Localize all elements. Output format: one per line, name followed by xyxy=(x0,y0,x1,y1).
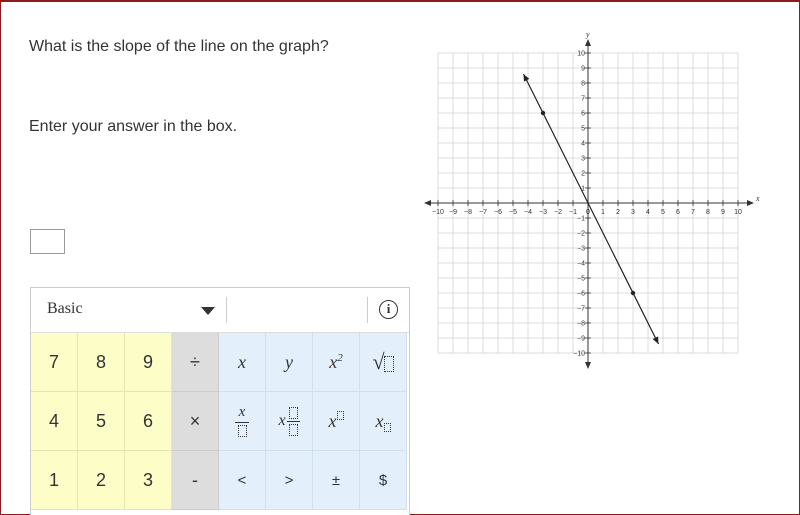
mixed-number-icon: x xyxy=(278,406,300,436)
y-tick-label: −5 xyxy=(577,276,585,283)
instruction-text: Enter your answer in the box. xyxy=(29,118,238,135)
key-mixed-number[interactable]: x xyxy=(266,392,313,451)
y-tick-label: 10 xyxy=(577,51,585,58)
fraction-icon: x xyxy=(235,405,249,437)
key-multiply[interactable]: × xyxy=(172,392,219,451)
x-squared-icon: x2 xyxy=(329,351,343,372)
y-tick-label: 6 xyxy=(581,111,585,118)
y-tick-label: 7 xyxy=(581,96,585,103)
line-point xyxy=(630,290,636,296)
square-root-icon: √ xyxy=(372,349,394,375)
y-axis-arrow-down xyxy=(585,362,591,369)
y-tick-label: −8 xyxy=(577,321,585,328)
answer-input[interactable] xyxy=(30,229,65,254)
x-tick-label: −7 xyxy=(479,209,487,216)
y-tick-label: 5 xyxy=(581,126,585,133)
question-text: What is the slope of the line on the gra… xyxy=(29,38,329,55)
keyboard-mode-label[interactable]: Basic xyxy=(47,300,83,318)
key-minus[interactable]: - xyxy=(172,451,219,510)
key-1[interactable]: 1 xyxy=(31,451,78,510)
key-x-squared[interactable]: x2 xyxy=(313,333,360,392)
keyboard-header: Basic i xyxy=(31,288,409,333)
x-tick-label: 9 xyxy=(721,209,725,216)
x-tick-label: 4 xyxy=(646,209,650,216)
key-less-than[interactable]: < xyxy=(219,451,266,510)
x-tick-label: 1 xyxy=(601,209,605,216)
info-icon[interactable]: i xyxy=(379,300,398,319)
x-tick-label: −8 xyxy=(464,209,472,216)
x-tick-label: −3 xyxy=(539,209,547,216)
x-tick-label: −10 xyxy=(432,209,444,216)
key-x[interactable]: x xyxy=(219,333,266,392)
key-4[interactable]: 4 xyxy=(31,392,78,451)
y-tick-label: −6 xyxy=(577,291,585,298)
chevron-down-icon[interactable] xyxy=(201,307,215,315)
key-8[interactable]: 8 xyxy=(78,333,125,392)
key-7[interactable]: 7 xyxy=(31,333,78,392)
key-6[interactable]: 6 xyxy=(125,392,172,451)
x-tick-label: −9 xyxy=(449,209,457,216)
key-subscript[interactable]: x xyxy=(360,392,407,451)
x-tick-label: 7 xyxy=(691,209,695,216)
x-axis-arrow-left xyxy=(424,200,431,206)
x-tick-label: −1 xyxy=(569,209,577,216)
key-2[interactable]: 2 xyxy=(78,451,125,510)
x-tick-label: 2 xyxy=(616,209,620,216)
math-keyboard: Basic i 7 8 9 ÷ x y x2 √ 4 5 6 × x x x x… xyxy=(30,287,410,515)
key-divide[interactable]: ÷ xyxy=(172,333,219,392)
y-axis-label: y xyxy=(585,30,590,39)
y-tick-label: −1 xyxy=(577,216,585,223)
key-y[interactable]: y xyxy=(266,333,313,392)
x-tick-label: 5 xyxy=(661,209,665,216)
x-tick-label: 3 xyxy=(631,209,635,216)
line-point xyxy=(540,110,546,116)
y-tick-label: −9 xyxy=(577,336,585,343)
y-tick-label: 3 xyxy=(581,156,585,163)
y-axis-arrow-up xyxy=(585,39,591,46)
x-tick-label: −4 xyxy=(524,209,532,216)
x-tick-label: 0 xyxy=(586,209,590,216)
x-tick-label: −2 xyxy=(554,209,562,216)
y-tick-label: −4 xyxy=(577,261,585,268)
x-tick-label: 10 xyxy=(734,209,742,216)
y-tick-label: −10 xyxy=(573,351,585,358)
x-axis-arrow-right xyxy=(747,200,754,206)
key-3[interactable]: 3 xyxy=(125,451,172,510)
y-tick-label: 8 xyxy=(581,81,585,88)
y-tick-label: 2 xyxy=(581,171,585,178)
x-tick-label: 8 xyxy=(706,209,710,216)
header-divider xyxy=(226,297,227,323)
key-square-root[interactable]: √ xyxy=(360,333,407,392)
header-divider xyxy=(367,297,368,323)
key-plus-minus[interactable]: ± xyxy=(313,451,360,510)
x-tick-label: −5 xyxy=(509,209,517,216)
y-tick-label: 4 xyxy=(581,141,585,148)
x-axis-label: x xyxy=(755,194,760,203)
key-exponent[interactable]: x xyxy=(313,392,360,451)
y-tick-label: 9 xyxy=(581,66,585,73)
key-dollar[interactable]: $ xyxy=(360,451,407,510)
key-9[interactable]: 9 xyxy=(125,333,172,392)
x-tick-label: 6 xyxy=(676,209,680,216)
exponent-icon: x xyxy=(329,410,344,432)
key-fraction[interactable]: x xyxy=(219,392,266,451)
subscript-icon: x xyxy=(376,411,391,432)
coordinate-graph: xy−10 −9 −8 −7 −6 −5 −4 −3 −2 −1 0 1 2 3 4 5 6 7 8 9 1010987… xyxy=(424,30,760,369)
y-tick-label: −7 xyxy=(577,306,585,313)
key-5[interactable]: 5 xyxy=(78,392,125,451)
y-tick-label: −2 xyxy=(577,231,585,238)
key-greater-than[interactable]: > xyxy=(266,451,313,510)
y-tick-label: −3 xyxy=(577,246,585,253)
x-tick-label: −6 xyxy=(494,209,502,216)
